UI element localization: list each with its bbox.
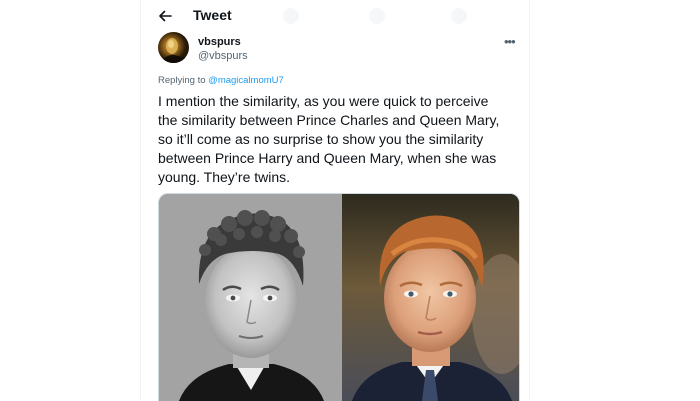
tweet-text-line: young. They’re twins. xyxy=(158,169,291,185)
faded-icon xyxy=(369,8,385,24)
author-display-name[interactable]: vbspurs xyxy=(198,36,241,48)
tweet-text-line: I mention the similarity, as you were qu… xyxy=(158,93,489,109)
tweet-text-line: so it’ll come as no surprise to show you… xyxy=(158,131,484,147)
photo-black-and-white-portrait[interactable] xyxy=(159,194,342,401)
arrow-left-icon xyxy=(159,10,172,22)
avatar[interactable] xyxy=(158,32,189,63)
faded-icon xyxy=(283,8,299,24)
photo-color-portrait[interactable] xyxy=(342,194,519,401)
color-portrait-image xyxy=(342,194,519,401)
more-options-button[interactable]: ••• xyxy=(504,34,516,49)
tweet-text-line: between Prince Harry and Queen Mary, whe… xyxy=(158,150,497,166)
reply-mention-link[interactable]: @magicalmomU7 xyxy=(208,75,284,86)
author-handle[interactable]: @vbspurs xyxy=(198,50,248,62)
tweet-text: I mention the similarity, as you were qu… xyxy=(158,92,526,187)
tweet-text-line: the similarity between Prince Charles an… xyxy=(158,112,500,128)
back-button[interactable] xyxy=(155,6,175,26)
replying-to: Replying to @magicalmomU7 xyxy=(158,75,284,86)
tweet-column: Tweet vbspurs @vbspurs ••• Replying to @… xyxy=(140,0,530,401)
tweet-header: Tweet xyxy=(141,0,529,32)
replying-to-label: Replying to xyxy=(158,75,209,86)
avatar-image xyxy=(160,38,189,63)
bw-portrait-image xyxy=(159,194,342,401)
tweet-media[interactable] xyxy=(158,193,520,401)
page-title: Tweet xyxy=(193,7,232,23)
faded-icon xyxy=(451,8,467,24)
